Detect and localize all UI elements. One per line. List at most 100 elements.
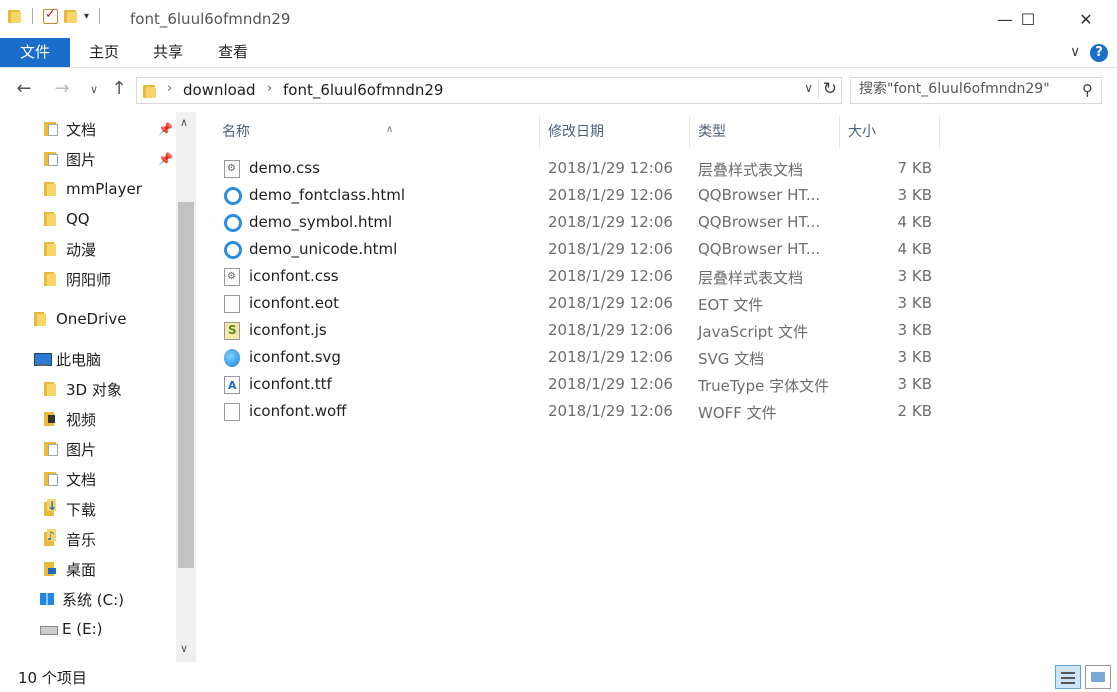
file-type: 层叠样式表文档 bbox=[698, 161, 804, 179]
quick-access-toolbar: ▾ bbox=[8, 7, 104, 24]
qat-customize-dropdown-icon[interactable]: ▾ bbox=[84, 11, 89, 22]
file-date: 2018/1/29 12:06 bbox=[548, 321, 673, 339]
file-size: 4 KB bbox=[897, 213, 932, 231]
new-folder-icon[interactable] bbox=[64, 9, 78, 23]
sidebar-item-music[interactable]: 音乐 bbox=[44, 524, 196, 554]
css-file-icon bbox=[224, 160, 240, 178]
sidebar-item-3d-objects[interactable]: 3D 对象 bbox=[44, 374, 196, 404]
sidebar-item-onmyoji[interactable]: 阴阳师 bbox=[44, 264, 196, 294]
downloads-folder-icon bbox=[44, 499, 58, 517]
column-header-size[interactable]: 大小 bbox=[840, 116, 940, 148]
sidebar-item-pictures[interactable]: 图片 📌 bbox=[44, 144, 196, 174]
sidebar-item-label: 图片 bbox=[66, 440, 97, 459]
column-header-date[interactable]: 修改日期 bbox=[540, 116, 690, 148]
file-date: 2018/1/29 12:06 bbox=[548, 375, 673, 393]
file-size: 2 KB bbox=[897, 402, 932, 420]
column-header-label: 类型 bbox=[698, 124, 726, 140]
up-arrow-icon[interactable]: ↑ bbox=[107, 78, 131, 99]
onedrive-folder-icon bbox=[34, 311, 48, 327]
chevron-down-icon[interactable]: ∨ bbox=[1070, 44, 1080, 60]
breadcrumb-download[interactable]: download bbox=[183, 81, 256, 99]
maximize-button[interactable]: ☐ bbox=[1000, 0, 1056, 38]
search-icon[interactable]: ⚲ bbox=[1082, 81, 1093, 99]
sidebar-item-label: 3D 对象 bbox=[66, 380, 122, 399]
file-row[interactable]: demo_fontclass.html 2018/1/29 12:06 QQBr… bbox=[220, 182, 940, 209]
refresh-icon[interactable]: ↻ bbox=[817, 79, 837, 99]
details-view-icon bbox=[1061, 672, 1075, 674]
sort-ascending-icon: ∧ bbox=[386, 124, 394, 135]
file-size: 3 KB bbox=[897, 267, 932, 285]
breadcrumb-chevron-icon[interactable]: › bbox=[167, 81, 172, 96]
file-date: 2018/1/29 12:06 bbox=[548, 159, 673, 177]
file-row[interactable]: demo_symbol.html 2018/1/29 12:06 QQBrows… bbox=[220, 209, 940, 236]
address-bar[interactable]: › download › font_6luul6ofmndn29 ∨ ↻ bbox=[136, 77, 842, 104]
tab-home[interactable]: 主页 bbox=[76, 38, 132, 67]
scrollbar-thumb[interactable] bbox=[178, 202, 194, 568]
tab-share[interactable]: 共享 bbox=[140, 38, 196, 67]
sidebar-item-videos[interactable]: 视频 bbox=[44, 404, 196, 434]
file-row[interactable]: iconfont.eot 2018/1/29 12:06 EOT 文件 3 KB bbox=[220, 290, 940, 317]
file-name: demo_fontclass.html bbox=[249, 186, 406, 204]
title-bar: ▾ font_6luul6ofmndn29 — ☐ ✕ bbox=[0, 0, 1117, 38]
forward-arrow-icon[interactable]: → bbox=[50, 78, 74, 99]
sidebar-item-label: 系统 (C:) bbox=[62, 590, 124, 609]
scroll-down-icon[interactable]: ∨ bbox=[180, 642, 188, 655]
file-name: iconfont.eot bbox=[249, 294, 339, 312]
sidebar-item-label: 此电脑 bbox=[56, 350, 102, 369]
tab-view[interactable]: 查看 bbox=[205, 38, 261, 67]
file-row[interactable]: demo.css 2018/1/29 12:06 层叠样式表文档 7 KB bbox=[220, 155, 940, 182]
file-row[interactable]: iconfont.css 2018/1/29 12:06 层叠样式表文档 3 K… bbox=[220, 263, 940, 290]
file-row[interactable]: iconfont.ttf 2018/1/29 12:06 TrueType 字体… bbox=[220, 371, 940, 398]
file-size: 3 KB bbox=[897, 375, 932, 393]
scroll-up-icon[interactable]: ∧ bbox=[180, 116, 188, 129]
sidebar-item-mmplayer[interactable]: mmPlayer bbox=[44, 174, 196, 204]
help-icon[interactable]: ? bbox=[1090, 44, 1108, 62]
ttf-file-icon bbox=[224, 376, 240, 394]
desktop-folder-icon bbox=[44, 561, 58, 577]
navigation-pane-scrollbar[interactable]: ∧ ∨ bbox=[176, 112, 196, 662]
sidebar-item-pc-pictures[interactable]: 图片 bbox=[44, 434, 196, 464]
qat-separator bbox=[32, 8, 33, 24]
file-row[interactable]: iconfont.js 2018/1/29 12:06 JavaScript 文… bbox=[220, 317, 940, 344]
sidebar-item-qq[interactable]: QQ bbox=[44, 204, 196, 234]
sidebar-item-documents[interactable]: 文档 📌 bbox=[44, 114, 196, 144]
recent-locations-chevron-icon[interactable]: ∨ bbox=[82, 83, 106, 96]
status-bar: 10 个项目 bbox=[0, 662, 1117, 692]
sidebar-item-label: 桌面 bbox=[66, 560, 97, 579]
navigation-bar: ← → ∨ ↑ › download › font_6luul6ofmndn29… bbox=[0, 68, 1117, 112]
blank-file-icon bbox=[224, 403, 240, 421]
file-row[interactable]: demo_unicode.html 2018/1/29 12:06 QQBrow… bbox=[220, 236, 940, 263]
file-row[interactable]: iconfont.svg 2018/1/29 12:06 SVG 文档 3 KB bbox=[220, 344, 940, 371]
file-type: QQBrowser HT... bbox=[698, 186, 821, 204]
close-button[interactable]: ✕ bbox=[1058, 0, 1114, 38]
sidebar-item-pc-documents[interactable]: 文档 bbox=[44, 464, 196, 494]
qat-separator bbox=[99, 8, 101, 24]
breadcrumb-chevron-icon[interactable]: › bbox=[267, 81, 272, 96]
large-icons-view-button[interactable] bbox=[1085, 665, 1111, 689]
sidebar-item-downloads[interactable]: 下载 bbox=[44, 494, 196, 524]
sidebar-item-desktop[interactable]: 桌面 bbox=[44, 554, 196, 584]
tab-file[interactable]: 文件 bbox=[0, 38, 70, 67]
properties-icon[interactable] bbox=[43, 7, 58, 24]
breadcrumb-current-folder[interactable]: font_6luul6ofmndn29 bbox=[283, 81, 443, 99]
sidebar-item-anime[interactable]: 动漫 bbox=[44, 234, 196, 264]
search-box[interactable]: ⚲ bbox=[850, 77, 1102, 104]
sidebar-item-drive-c[interactable]: 系统 (C:) bbox=[40, 584, 196, 614]
column-header-name[interactable]: 名称 ∧ bbox=[214, 116, 540, 148]
documents-folder-icon bbox=[44, 471, 58, 487]
details-view-button[interactable] bbox=[1055, 665, 1081, 689]
sidebar-item-this-pc[interactable]: 此电脑 bbox=[34, 344, 196, 374]
sidebar-item-onedrive[interactable]: OneDrive bbox=[34, 304, 196, 334]
back-arrow-icon[interactable]: ← bbox=[12, 78, 36, 99]
address-dropdown-icon[interactable]: ∨ bbox=[804, 81, 813, 95]
file-name: iconfont.ttf bbox=[249, 375, 332, 393]
file-row[interactable]: iconfont.woff 2018/1/29 12:06 WOFF 文件 2 … bbox=[220, 398, 940, 425]
sidebar-item-label: 动漫 bbox=[66, 240, 97, 259]
sidebar-item-label: QQ bbox=[66, 210, 90, 228]
file-date: 2018/1/29 12:06 bbox=[548, 186, 673, 204]
3d-objects-folder-icon bbox=[44, 381, 58, 397]
sidebar-item-drive-e[interactable]: E (E:) bbox=[40, 614, 196, 644]
file-size: 7 KB bbox=[897, 159, 932, 177]
search-input[interactable] bbox=[859, 81, 1069, 97]
column-header-type[interactable]: 类型 bbox=[690, 116, 840, 148]
